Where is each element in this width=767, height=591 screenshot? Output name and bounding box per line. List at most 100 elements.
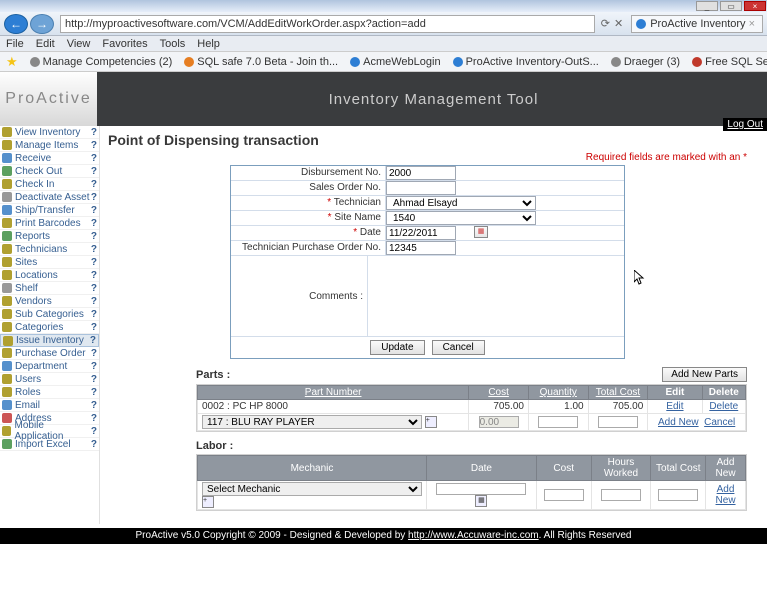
help-icon[interactable]: ? bbox=[91, 439, 97, 450]
back-button[interactable]: ← bbox=[4, 14, 28, 34]
help-icon[interactable]: ? bbox=[91, 192, 97, 203]
menu-edit[interactable]: Edit bbox=[36, 38, 55, 50]
labor-cost-input[interactable] bbox=[544, 489, 584, 501]
help-icon[interactable]: ? bbox=[91, 166, 97, 177]
part-add-icon[interactable]: + bbox=[425, 416, 437, 428]
refresh-icon[interactable]: ⟳ bbox=[601, 17, 610, 30]
logout-link[interactable]: Log Out bbox=[723, 118, 767, 131]
sidebar-item-users[interactable]: Users? bbox=[0, 373, 99, 386]
labor-addnew-link[interactable]: Add New bbox=[716, 484, 736, 506]
fav-link[interactable]: Draeger (3) bbox=[611, 56, 680, 68]
help-icon[interactable]: ? bbox=[91, 153, 97, 164]
fav-link[interactable]: SQL safe 7.0 Beta - Join th... bbox=[184, 56, 338, 68]
help-icon[interactable]: ? bbox=[91, 426, 97, 437]
help-icon[interactable]: ? bbox=[91, 283, 97, 294]
edit-link[interactable]: Edit bbox=[666, 401, 683, 412]
help-icon[interactable]: ? bbox=[91, 244, 97, 255]
sidebar-item-categories[interactable]: Categories? bbox=[0, 321, 99, 334]
minimize-button[interactable]: _ bbox=[696, 1, 718, 11]
comments-textarea[interactable] bbox=[368, 256, 624, 332]
sidebar-item-ship-transfer[interactable]: Ship/Transfer? bbox=[0, 204, 99, 217]
fav-link[interactable]: ProActive Inventory-OutS... bbox=[453, 56, 599, 68]
sidebar-item-manage-items[interactable]: Manage Items? bbox=[0, 139, 99, 152]
sidebar-item-check-in[interactable]: Check In? bbox=[0, 178, 99, 191]
update-button[interactable]: Update bbox=[370, 340, 424, 355]
menu-tools[interactable]: Tools bbox=[160, 38, 186, 50]
help-icon[interactable]: ? bbox=[91, 387, 97, 398]
site-select[interactable]: 1540 bbox=[386, 211, 536, 225]
sidebar-item-reports[interactable]: Reports? bbox=[0, 230, 99, 243]
delete-link[interactable]: Delete bbox=[709, 401, 738, 412]
col-qty[interactable]: Quantity bbox=[528, 386, 588, 400]
col-partnumber[interactable]: Part Number bbox=[198, 386, 469, 400]
forward-button[interactable]: → bbox=[30, 14, 54, 34]
sidebar-item-sites[interactable]: Sites? bbox=[0, 256, 99, 269]
sidebar-item-check-out[interactable]: Check Out? bbox=[0, 165, 99, 178]
help-icon[interactable]: ? bbox=[91, 374, 97, 385]
help-icon[interactable]: ? bbox=[91, 257, 97, 268]
col-cost[interactable]: Cost bbox=[469, 386, 529, 400]
help-icon[interactable]: ? bbox=[91, 361, 97, 372]
help-icon[interactable]: ? bbox=[91, 309, 97, 320]
help-icon[interactable]: ? bbox=[91, 179, 97, 190]
labor-hours-input[interactable] bbox=[601, 489, 641, 501]
fav-link[interactable]: Manage Competencies (2) bbox=[30, 56, 173, 68]
calendar-icon[interactable]: ▦ bbox=[474, 226, 488, 238]
help-icon[interactable]: ? bbox=[91, 296, 97, 307]
cancel-button[interactable]: Cancel bbox=[432, 340, 485, 355]
sidebar-item-roles[interactable]: Roles? bbox=[0, 386, 99, 399]
technician-select[interactable]: Ahmad Elsayd bbox=[386, 196, 536, 210]
menu-favorites[interactable]: Favorites bbox=[102, 38, 147, 50]
mechanic-add-icon[interactable]: + bbox=[202, 496, 214, 508]
part-select[interactable]: 117 : BLU RAY PLAYER bbox=[202, 415, 422, 429]
help-icon[interactable]: ? bbox=[91, 400, 97, 411]
fav-link[interactable]: AcmeWebLogin bbox=[350, 56, 440, 68]
browser-tab[interactable]: ProActive Inventory × bbox=[631, 15, 763, 33]
labor-date-input[interactable] bbox=[436, 483, 526, 495]
po-input[interactable] bbox=[386, 241, 456, 255]
help-icon[interactable]: ? bbox=[91, 140, 97, 151]
sidebar-item-sub-categories[interactable]: Sub Categories? bbox=[0, 308, 99, 321]
sidebar-item-issue-inventory[interactable]: Issue Inventory? bbox=[0, 334, 99, 347]
tab-close-icon[interactable]: × bbox=[746, 18, 758, 30]
menu-help[interactable]: Help bbox=[197, 38, 220, 50]
sidebar-item-shelf[interactable]: Shelf? bbox=[0, 282, 99, 295]
close-window-button[interactable]: × bbox=[744, 1, 766, 11]
labor-calendar-icon[interactable]: ▦ bbox=[475, 495, 487, 507]
sidebar-item-purchase-order[interactable]: Purchase Order? bbox=[0, 347, 99, 360]
sidebar-item-vendors[interactable]: Vendors? bbox=[0, 295, 99, 308]
entry-qty[interactable] bbox=[538, 416, 578, 428]
help-icon[interactable]: ? bbox=[91, 218, 97, 229]
mechanic-select[interactable]: Select Mechanic bbox=[202, 482, 422, 496]
sidebar-item-email[interactable]: Email? bbox=[0, 399, 99, 412]
stop-icon[interactable]: ✕ bbox=[614, 17, 623, 30]
add-parts-button[interactable]: Add New Parts bbox=[662, 367, 747, 382]
help-icon[interactable]: ? bbox=[90, 335, 96, 346]
help-icon[interactable]: ? bbox=[91, 322, 97, 333]
entry-cancel-link[interactable]: Cancel bbox=[704, 417, 735, 428]
sidebar-item-mobile-application[interactable]: Mobile Application? bbox=[0, 425, 99, 438]
salesorder-input[interactable] bbox=[386, 181, 456, 195]
sidebar-item-locations[interactable]: Locations? bbox=[0, 269, 99, 282]
address-bar[interactable] bbox=[60, 15, 595, 33]
menu-file[interactable]: File bbox=[6, 38, 24, 50]
help-icon[interactable]: ? bbox=[91, 270, 97, 281]
favorites-star-icon[interactable]: ★ bbox=[6, 54, 18, 70]
sidebar-item-print-barcodes[interactable]: Print Barcodes? bbox=[0, 217, 99, 230]
entry-addnew-link[interactable]: Add New bbox=[658, 417, 699, 428]
help-icon[interactable]: ? bbox=[91, 127, 97, 138]
footer-link[interactable]: http://www.Accuware-inc.com bbox=[408, 530, 539, 541]
sidebar-item-view-inventory[interactable]: View Inventory? bbox=[0, 126, 99, 139]
fav-link[interactable]: Free SQL Server Tools - S... bbox=[692, 56, 767, 68]
maximize-button[interactable]: ▭ bbox=[720, 1, 742, 11]
col-total[interactable]: Total Cost bbox=[588, 386, 648, 400]
sidebar-item-receive[interactable]: Receive? bbox=[0, 152, 99, 165]
help-icon[interactable]: ? bbox=[91, 205, 97, 216]
labor-total-input[interactable] bbox=[658, 489, 698, 501]
menu-view[interactable]: View bbox=[67, 38, 91, 50]
help-icon[interactable]: ? bbox=[91, 231, 97, 242]
help-icon[interactable]: ? bbox=[91, 413, 97, 424]
sidebar-item-technicians[interactable]: Technicians? bbox=[0, 243, 99, 256]
sidebar-item-department[interactable]: Department? bbox=[0, 360, 99, 373]
entry-total[interactable] bbox=[598, 416, 638, 428]
